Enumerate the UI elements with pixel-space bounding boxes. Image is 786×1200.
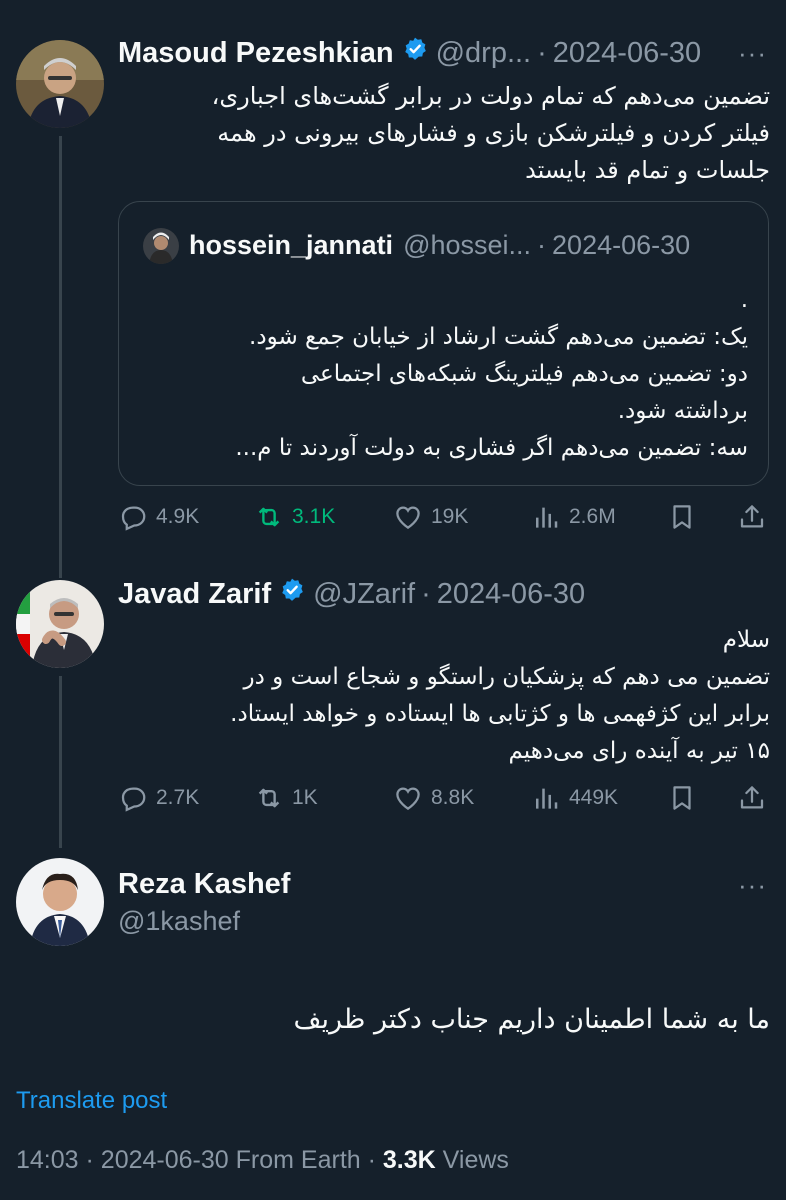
author-name[interactable]: Masoud Pezeshkian bbox=[118, 37, 394, 70]
text-line: سه: تضمین می‌دهم اگر فشاری به دولت آوردن… bbox=[235, 435, 748, 461]
tweet2-header: Javad Zarif @JZarif · 2024-06-30 bbox=[118, 577, 585, 611]
post-location: From Earth bbox=[235, 1146, 361, 1174]
text-line: تضمین می‌دهم که تمام دولت در برابر گشت‌ه… bbox=[211, 82, 770, 110]
views-button[interactable]: 2.6M bbox=[531, 502, 616, 532]
avatar-zarif[interactable] bbox=[16, 580, 104, 668]
text-line: ۱۵ تیر به آینده رای می‌دهیم bbox=[508, 738, 770, 764]
bookmark-icon[interactable] bbox=[667, 502, 697, 532]
more-icon[interactable]: ··· bbox=[738, 870, 767, 901]
repost-icon bbox=[258, 507, 280, 527]
views-count: 449K bbox=[569, 786, 619, 809]
share-icon[interactable] bbox=[737, 783, 767, 813]
text-line: . bbox=[740, 287, 748, 313]
reply-count: 4.9K bbox=[156, 505, 200, 528]
author-handle[interactable]: @drp... bbox=[436, 37, 532, 70]
text-line: جلسات و تمام قد بایستد bbox=[525, 156, 770, 184]
avatar-jannati[interactable] bbox=[143, 228, 179, 264]
separator-dot: · bbox=[537, 230, 547, 260]
quote-header: hossein_jannati @hossei... · 2024-06-30 bbox=[189, 230, 690, 261]
verified-badge-icon bbox=[402, 36, 428, 70]
reply-button[interactable]: 4.9K bbox=[118, 502, 199, 532]
views-button[interactable]: 449K bbox=[531, 783, 618, 813]
views-label: Views bbox=[442, 1146, 509, 1174]
like-icon bbox=[396, 506, 420, 529]
tweet3-text: ما به شما اطمینان داریم جناب دکتر ظریف bbox=[293, 1004, 770, 1035]
reply-icon bbox=[121, 787, 146, 812]
like-count: 8.8K bbox=[431, 786, 475, 809]
post-date[interactable]: 2024-06-30 bbox=[101, 1146, 229, 1174]
tweet1-header: Masoud Pezeshkian @drp... · 2024-06-30 bbox=[118, 36, 701, 70]
repost-count: 1K bbox=[292, 786, 318, 809]
views-icon bbox=[536, 788, 558, 809]
separator-dot: · bbox=[537, 36, 547, 69]
thread-line-2 bbox=[59, 676, 62, 848]
quote-date: 2024-06-30 bbox=[552, 230, 691, 260]
reply-button[interactable]: 2.7K bbox=[118, 783, 199, 813]
more-icon[interactable]: ··· bbox=[738, 38, 767, 69]
author-name[interactable]: Javad Zarif bbox=[118, 578, 271, 611]
tweet1-actions: 4.9K 3.1K 19K 2.6M bbox=[0, 500, 786, 536]
views-icon bbox=[536, 507, 558, 528]
text-line: برداشته شود. bbox=[617, 398, 748, 424]
text-line: فیلتر کردن و فیلترشکن بازی و فشارهای بیر… bbox=[217, 119, 770, 147]
quote-author-name: hossein_jannati bbox=[189, 230, 394, 260]
separator-dot: · bbox=[421, 577, 431, 610]
like-button[interactable]: 19K bbox=[393, 502, 468, 532]
post-date[interactable]: 2024-06-30 bbox=[553, 37, 701, 70]
verified-badge-icon bbox=[279, 577, 305, 611]
bookmark-icon[interactable] bbox=[667, 783, 697, 813]
text-line: برابر این کژفهمی ها و کژتابی ها ایستاده … bbox=[230, 701, 770, 727]
share-icon[interactable] bbox=[737, 502, 767, 532]
avatar-kashef[interactable] bbox=[16, 858, 104, 946]
views-count: 2.6M bbox=[569, 505, 616, 528]
tweet2-text: سلام تضمین می دهم که پزشکیان راستگو و شج… bbox=[118, 622, 770, 770]
post-time[interactable]: 14:03 bbox=[16, 1146, 79, 1174]
text-line: تضمین می دهم که پزشکیان راستگو و شجاع اس… bbox=[243, 664, 770, 690]
repost-button[interactable]: 3.1K bbox=[254, 502, 335, 532]
translate-post-link[interactable]: Translate post bbox=[16, 1087, 167, 1115]
text-line: سلام bbox=[722, 627, 770, 653]
views-total[interactable]: 3.3K bbox=[383, 1146, 436, 1174]
repost-count: 3.1K bbox=[292, 505, 336, 528]
tweet1-text: تضمین می‌دهم که تمام دولت در برابر گشت‌ه… bbox=[118, 78, 770, 189]
repost-icon bbox=[258, 788, 280, 808]
repost-button[interactable]: 1K bbox=[254, 783, 318, 813]
like-count: 19K bbox=[431, 505, 469, 528]
avatar-pezeshkian[interactable] bbox=[16, 40, 104, 128]
like-button[interactable]: 8.8K bbox=[393, 783, 474, 813]
text-line: یک: تضمین می‌دهم گشت ارشاد از خیابان جمع… bbox=[249, 324, 748, 350]
tweet3-author-handle[interactable]: @1kashef bbox=[118, 906, 240, 937]
quote-text: . یک: تضمین می‌دهم گشت ارشاد از خیابان ج… bbox=[140, 282, 748, 467]
separator-dot: · bbox=[85, 1146, 94, 1174]
reply-count: 2.7K bbox=[156, 786, 200, 809]
tweet2-actions: 2.7K 1K 8.8K 449K bbox=[0, 781, 786, 817]
author-handle[interactable]: @JZarif bbox=[313, 578, 415, 611]
quote-author-handle: @hossei... bbox=[403, 230, 532, 260]
tweet3-author-name[interactable]: Reza Kashef bbox=[118, 868, 290, 901]
separator-dot: · bbox=[367, 1146, 376, 1174]
like-icon bbox=[396, 787, 420, 810]
text-line: دو: تضمین می‌دهم فیلترینگ شبکه‌های اجتما… bbox=[300, 361, 748, 387]
post-date[interactable]: 2024-06-30 bbox=[437, 578, 585, 611]
post-footer: 14:03 · 2024-06-30 From Earth · 3.3K Vie… bbox=[16, 1146, 509, 1175]
reply-icon bbox=[121, 506, 146, 531]
